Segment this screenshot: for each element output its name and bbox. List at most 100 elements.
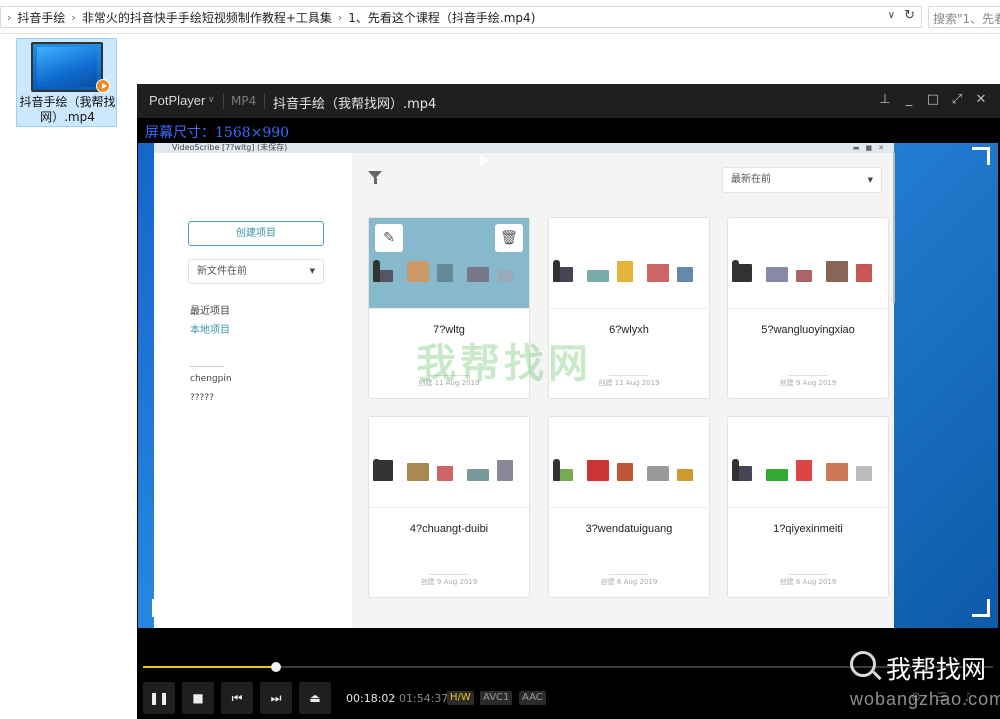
thumbnail-sketch: [766, 267, 788, 282]
window-buttons: ▬■✕: [852, 144, 890, 152]
thumbnail-sketch: [617, 463, 633, 481]
minimize-icon[interactable]: _: [901, 92, 917, 108]
maximize-icon[interactable]: □: [925, 92, 941, 108]
thumbnail-sketch: [437, 264, 453, 282]
person-figure: [732, 459, 739, 481]
project-thumbnail[interactable]: [549, 218, 709, 308]
thumbnail-sketch: [407, 261, 429, 282]
sort-select[interactable]: 新文件在前 ▼: [188, 259, 324, 284]
video-codec-badge[interactable]: AVC1: [480, 691, 513, 705]
divider: [549, 308, 709, 309]
magnifier-icon: [850, 651, 876, 677]
breadcrumb-chevron-icon: ›: [7, 10, 12, 24]
user-name: chengpin: [190, 374, 232, 384]
thumbnail-sketch: [677, 267, 693, 282]
thumbnail-sketch: [677, 469, 693, 481]
seek-progress: [143, 666, 277, 668]
project-thumbnail[interactable]: [728, 417, 888, 507]
frame-corner: [152, 599, 170, 617]
create-project-button[interactable]: 创建项目: [188, 221, 324, 246]
thumbnail-sketch: [856, 466, 872, 481]
person-figure: [373, 459, 380, 481]
thumbnail-sketch: [856, 264, 872, 282]
next-button[interactable]: ⏭: [260, 682, 292, 714]
project-card[interactable]: 4?chuangt-duibi 创建 9 Aug 2019: [368, 416, 530, 598]
eject-button[interactable]: ⏏: [299, 682, 331, 714]
videoscribe-titlebar: VideoScribe [7?wltg] (未保存): [154, 143, 894, 153]
edit-pencil-icon[interactable]: ✎: [375, 224, 403, 252]
audio-codec-badge[interactable]: AAC: [519, 691, 546, 705]
frame-corner: [972, 147, 990, 165]
project-card[interactable]: 5?wangluoyingxiao 创建 9 Aug 2019: [727, 217, 889, 399]
scrollbar[interactable]: [893, 153, 895, 303]
potplayer-window: PotPlayer ∨ MP4 抖音手绘（我帮找网）.mp4 ⊥ _ □ ⤢ ✕…: [137, 84, 1000, 719]
user-sub: ?????: [190, 393, 214, 403]
breadcrumb-item[interactable]: 抖音手绘: [17, 9, 65, 26]
person-figure: [373, 260, 380, 282]
previous-button[interactable]: ⏮: [221, 682, 253, 714]
divider: [369, 507, 529, 508]
app-menu-button[interactable]: PotPlayer: [149, 93, 205, 108]
close-icon[interactable]: ✕: [973, 92, 989, 108]
pin-icon[interactable]: ⊥: [877, 92, 893, 108]
thumbnail-sketch: [796, 460, 812, 481]
thumbnail-sketch: [826, 261, 848, 282]
screen: { "explorer": { "breadcrumbs": ["抖音手绘", …: [0, 0, 1000, 719]
project-date: 创建 6 Aug 2019: [779, 578, 837, 586]
project-thumbnail[interactable]: [369, 417, 529, 507]
video-frame[interactable]: VideoScribe [7?wltg] (未保存) ▬■✕ 创建项目 新文件在…: [138, 143, 998, 628]
thumbnail-sketch: [467, 267, 489, 282]
thumbnail-sketch: [647, 264, 669, 282]
stop-button[interactable]: ■: [182, 682, 214, 714]
player-file-title: 抖音手绘（我帮找网）.mp4: [273, 97, 437, 112]
project-card[interactable]: 3?wendatuiguang 创建 6 Aug 2019: [548, 416, 710, 598]
project-thumbnail[interactable]: [728, 218, 888, 308]
breadcrumb-item[interactable]: 非常火的抖音快手手绘短视频制作教程+工具集: [82, 9, 332, 26]
divider: [728, 308, 888, 309]
player-titlebar: PotPlayer ∨ MP4 抖音手绘（我帮找网）.mp4 ⊥ _ □ ⤢ ✕: [137, 84, 1000, 118]
project-title: 3?wendatuiguang: [585, 523, 673, 535]
trash-icon[interactable]: 🗑: [495, 224, 523, 252]
time-total: 01:54:37: [399, 692, 449, 705]
videoscribe-sidebar: 创建项目 新文件在前 ▼ 最近项目 本地项目 chengpin ?????: [154, 153, 352, 628]
osd-text: 屏幕尺寸：1568×990: [145, 125, 290, 141]
site-watermark-url: wobangzhao.com: [850, 689, 1000, 709]
breadcrumb-item[interactable]: 1、先看这个课程（抖音手绘.mp4): [348, 9, 535, 26]
sort-top-select[interactable]: 最新在前 ▼: [722, 167, 882, 193]
sort-top-value: 最新在前: [731, 174, 771, 185]
search-input[interactable]: 搜索"1、先看: [928, 6, 1000, 28]
fullscreen-icon[interactable]: ⤢: [949, 92, 965, 108]
project-thumbnail[interactable]: [549, 417, 709, 507]
format-label: MP4: [231, 94, 257, 108]
address-bar[interactable]: › 抖音手绘 › 非常火的抖音快手手绘短视频制作教程+工具集 › 1、先看这个课…: [0, 6, 922, 28]
sort-select-value: 新文件在前: [197, 266, 247, 277]
chevron-down-icon[interactable]: ∨: [208, 95, 215, 105]
project-title: 1?qiyexinmeiti: [773, 523, 843, 535]
time-current: 00:18:02: [346, 692, 396, 705]
thumbnail-sketch: [766, 469, 788, 481]
project-card[interactable]: 1?qiyexinmeiti 创建 6 Aug 2019: [727, 416, 889, 598]
breadcrumb-chevron-icon: ›: [71, 10, 76, 24]
thumbnail-sketch: [437, 466, 453, 481]
local-projects-link[interactable]: 本地项目: [190, 321, 230, 336]
divider: [264, 93, 265, 109]
time-separator: /: [390, 692, 394, 705]
refresh-icon[interactable]: ↻: [904, 8, 915, 23]
divider: [369, 308, 529, 309]
play-badge-icon: [96, 79, 110, 93]
project-date: 创建 9 Aug 2019: [420, 578, 478, 586]
divider: [788, 574, 828, 575]
chevron-down-icon[interactable]: ∨: [888, 10, 895, 21]
recent-projects-label[interactable]: 最近项目: [190, 302, 230, 317]
divider: [609, 574, 649, 575]
hw-decode-badge[interactable]: H/W: [447, 691, 474, 705]
filter-icon[interactable]: [368, 171, 382, 184]
thumbnail-sketch: [826, 463, 848, 481]
project-title: 5?wangluoyingxiao: [761, 324, 855, 336]
site-watermark-name: 我帮找网: [886, 655, 987, 684]
file-item[interactable]: 抖音手绘（我帮找网）.mp4: [16, 38, 117, 127]
pause-button[interactable]: ❚❚: [143, 682, 175, 714]
seek-knob[interactable]: [271, 662, 282, 672]
thumbnail-sketch: [617, 261, 633, 282]
file-name: 抖音手绘（我帮找网）.mp4: [19, 95, 116, 124]
